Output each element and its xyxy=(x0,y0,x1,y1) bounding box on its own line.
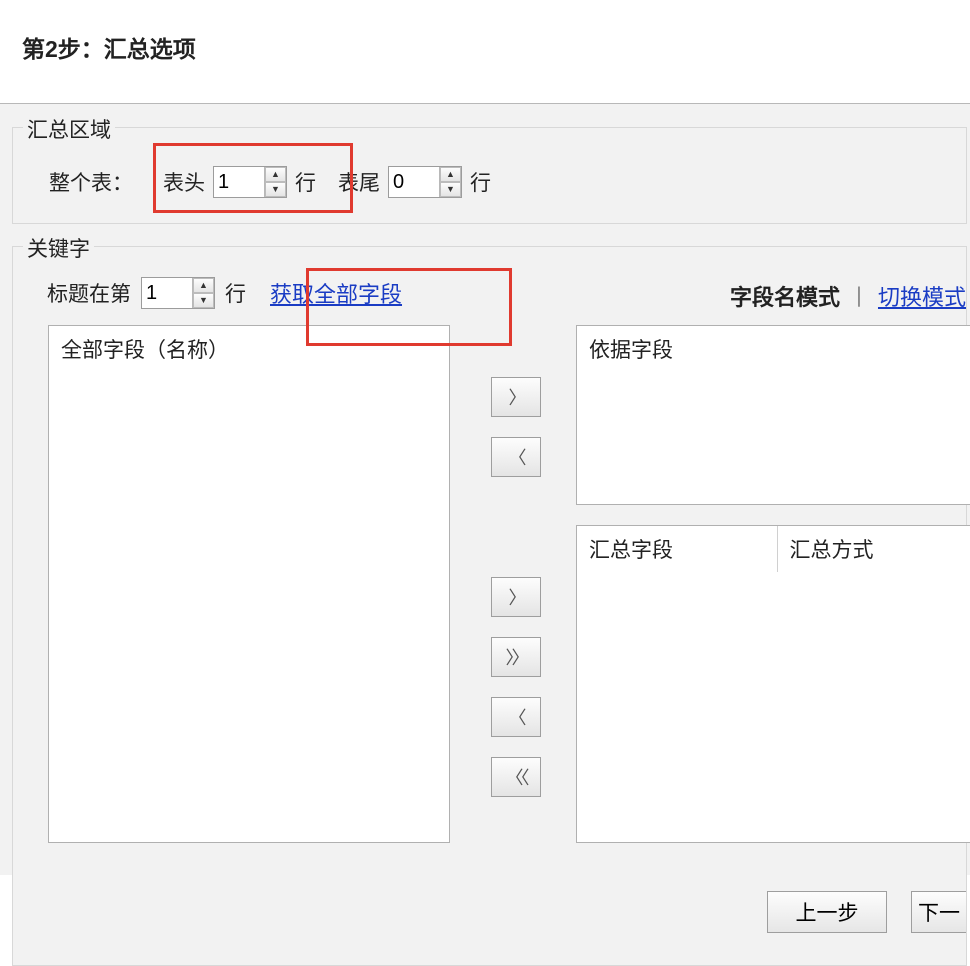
keyword-legend: 关键字 xyxy=(23,233,94,263)
prev-step-button[interactable]: 上一步 xyxy=(767,891,887,933)
summary-field-column-header: 汇总字段 xyxy=(577,526,778,572)
move-left-summary[interactable]: 〈 xyxy=(491,697,541,737)
footer-rows-spinner[interactable]: ▲ ▼ xyxy=(388,166,462,198)
separator: 丨 xyxy=(848,280,870,312)
all-fields-listbox[interactable]: 全部字段（名称） xyxy=(48,325,450,843)
header-label: 表头 xyxy=(163,167,205,197)
mover-buttons-basis: 〉 〈 xyxy=(491,377,541,477)
summary-fields-listbox[interactable]: 汇总字段 汇总方式 xyxy=(576,525,970,843)
whole-table-row: 整个表： 表头 ▲ ▼ 行 表尾 ▲ ▼ 行 xyxy=(49,162,491,202)
page-title: 第2步：汇总选项 xyxy=(0,0,970,64)
footer-rows-up[interactable]: ▲ xyxy=(440,167,461,182)
title-row-input[interactable] xyxy=(142,278,192,308)
header-rows-input[interactable] xyxy=(214,167,264,197)
move-right-summary[interactable]: 〉 xyxy=(491,577,541,617)
get-all-fields-link[interactable]: 获取全部字段 xyxy=(270,277,402,309)
next-step-button[interactable]: 下一 xyxy=(911,891,966,933)
move-all-left-summary[interactable]: 〈〈 xyxy=(491,757,541,797)
move-all-right-summary[interactable]: 〉〉 xyxy=(491,637,541,677)
title-row-spinner[interactable]: ▲ ▼ xyxy=(141,277,215,309)
footer-rows-down[interactable]: ▼ xyxy=(440,182,461,197)
header-rows-spinner[interactable]: ▲ ▼ xyxy=(213,166,287,198)
move-right-basis[interactable]: 〉 xyxy=(491,377,541,417)
title-row-label: 标题在第 xyxy=(47,278,131,308)
summary-area-legend: 汇总区域 xyxy=(23,114,115,144)
all-fields-header: 全部字段（名称） xyxy=(49,326,449,372)
title-row-up[interactable]: ▲ xyxy=(193,278,214,293)
wizard-footer: 上一步 下一 xyxy=(0,875,970,948)
basis-fields-listbox[interactable]: 依据字段 xyxy=(576,325,970,505)
summary-area-group: 汇总区域 整个表： 表头 ▲ ▼ 行 表尾 ▲ ▼ 行 xyxy=(12,127,967,224)
whole-table-label: 整个表： xyxy=(49,167,133,197)
header-rows-down[interactable]: ▼ xyxy=(265,182,286,197)
options-panel: 汇总区域 整个表： 表头 ▲ ▼ 行 表尾 ▲ ▼ 行 xyxy=(0,103,970,875)
footer-rows-input[interactable] xyxy=(389,167,439,197)
field-mode-area: 字段名模式 丨 切换模式 xyxy=(730,280,966,312)
move-left-basis[interactable]: 〈 xyxy=(491,437,541,477)
title-row-down[interactable]: ▼ xyxy=(193,293,214,308)
footer-rows-suffix: 行 xyxy=(470,167,491,197)
summary-mode-column-header: 汇总方式 xyxy=(778,526,970,572)
title-row-controls: 标题在第 ▲ ▼ 行 获取全部字段 xyxy=(47,277,402,309)
keyword-group: 关键字 标题在第 ▲ ▼ 行 获取全部字段 字段名模式 丨 切换模式 全部字段（… xyxy=(12,246,967,966)
title-row-suffix: 行 xyxy=(225,278,246,308)
header-rows-suffix: 行 xyxy=(295,167,316,197)
field-mode-label: 字段名模式 xyxy=(730,280,840,312)
switch-mode-link[interactable]: 切换模式 xyxy=(878,280,966,312)
header-rows-up[interactable]: ▲ xyxy=(265,167,286,182)
footer-label: 表尾 xyxy=(338,167,380,197)
mover-buttons-summary: 〉 〉〉 〈 〈〈 xyxy=(491,577,541,797)
basis-fields-header: 依据字段 xyxy=(577,326,970,372)
